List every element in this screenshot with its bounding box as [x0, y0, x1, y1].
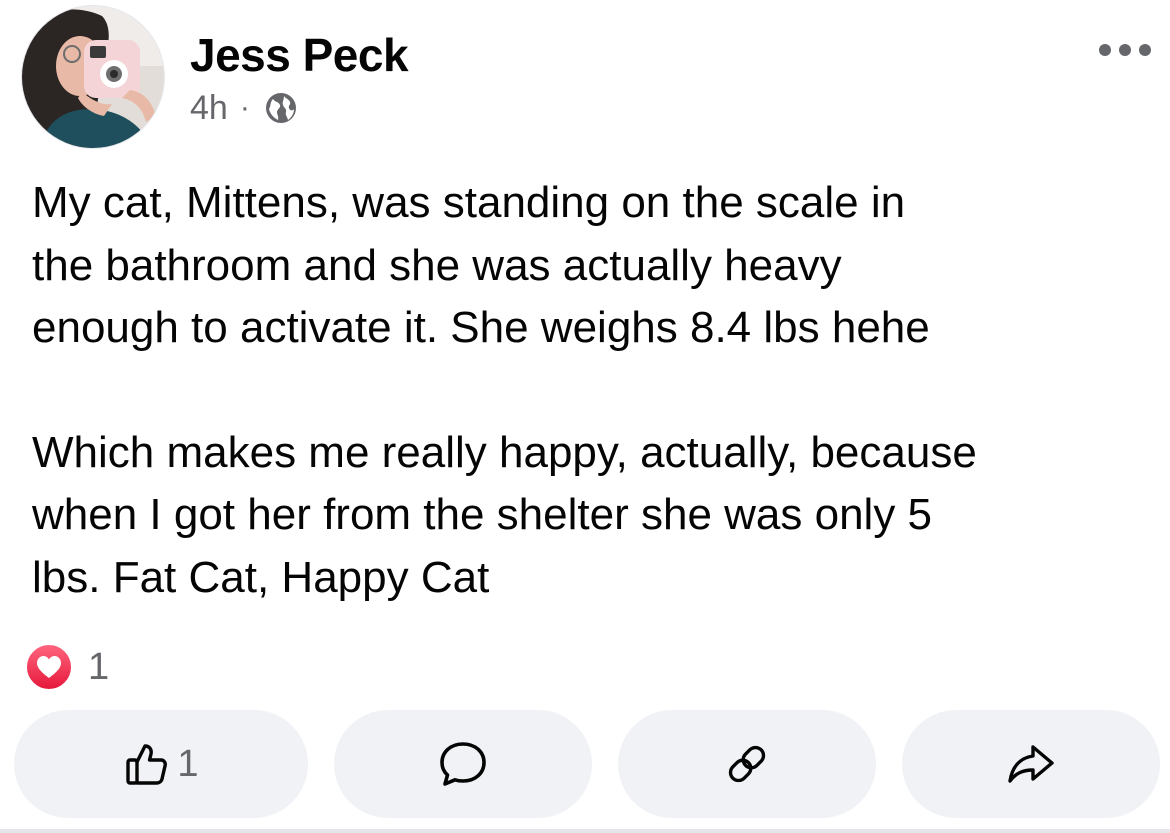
post-meta: 4h · — [190, 84, 298, 132]
more-horizontal-icon — [1099, 44, 1151, 56]
comment-icon — [440, 742, 486, 786]
like-count: 1 — [177, 742, 199, 785]
post-paragraph-2: Which makes me really happy, actually, b… — [32, 427, 977, 602]
author-avatar[interactable] — [22, 6, 164, 148]
post-paragraph-1: My cat, Mittens, was standing on the sca… — [32, 178, 930, 352]
share-icon — [1008, 745, 1054, 783]
more-options-button[interactable] — [1090, 30, 1160, 70]
reactions-summary[interactable]: 1 — [24, 642, 109, 692]
thumbs-up-icon — [126, 744, 168, 785]
meta-separator: · — [239, 91, 250, 124]
copy-link-button[interactable] — [618, 710, 876, 818]
avatar-photo — [22, 6, 164, 148]
reaction-count: 1 — [88, 645, 110, 688]
globe-icon[interactable] — [264, 91, 298, 125]
author-name[interactable]: Jess Peck — [190, 28, 409, 82]
bottom-divider — [0, 829, 1170, 833]
post-body: My cat, Mittens, was standing on the sca… — [32, 172, 1142, 609]
post-timestamp[interactable]: 4h — [190, 89, 228, 128]
share-button[interactable] — [902, 710, 1160, 818]
link-icon — [728, 745, 766, 783]
action-bar: 1 — [14, 710, 1160, 818]
love-reaction-icon — [25, 643, 73, 691]
comment-button[interactable] — [334, 710, 592, 818]
like-button[interactable]: 1 — [14, 710, 308, 818]
